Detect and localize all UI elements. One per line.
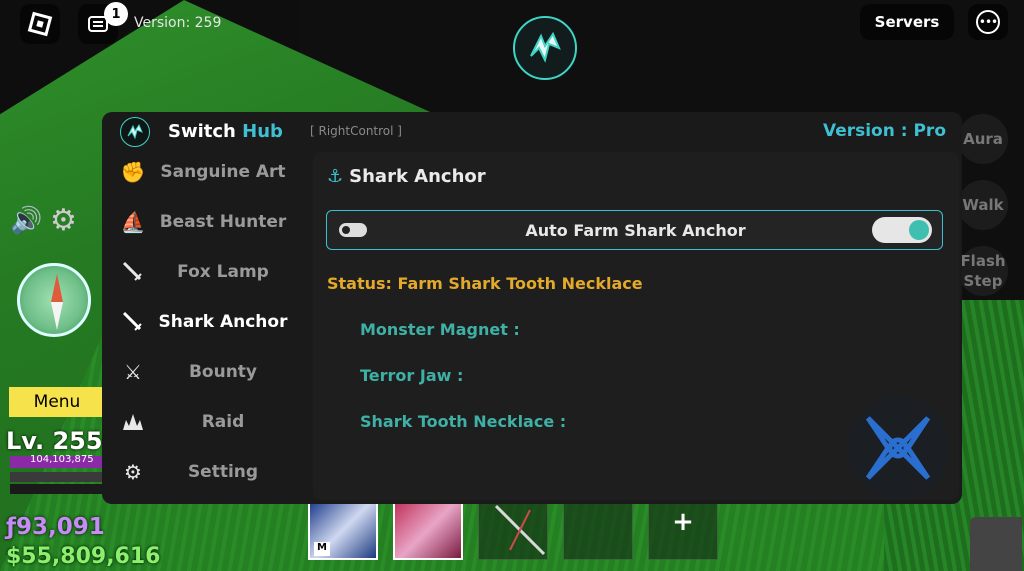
toggle-label: Auto Farm Shark Anchor bbox=[525, 221, 746, 240]
speaker-icon[interactable]: 🔊 bbox=[10, 206, 42, 236]
ability-aura-button[interactable]: Aura bbox=[958, 114, 1008, 164]
hotbar-slot-4[interactable] bbox=[563, 500, 633, 560]
ability-flash-step-button[interactable]: Flash Step bbox=[958, 246, 1008, 296]
hub-logo-icon bbox=[120, 117, 150, 147]
sidebar-item-sanguine-art[interactable]: ✊ Sanguine Art bbox=[102, 150, 306, 194]
notification-badge: 1 bbox=[104, 2, 128, 26]
hub-title-part1: Switch bbox=[168, 121, 236, 142]
hub-sidebar: ✊ Sanguine Art ⛵ Beast Hunter Fox Lamp S… bbox=[102, 150, 306, 504]
status-text: Status: Farm Shark Tooth Necklace bbox=[327, 274, 643, 293]
energy-bar bbox=[10, 472, 104, 482]
section-title-text: Shark Anchor bbox=[349, 166, 486, 187]
mobile-action-button[interactable] bbox=[846, 396, 950, 500]
crossed-swords-icon: ⚔ bbox=[124, 360, 142, 384]
sidebar-item-label: Fox Lamp bbox=[177, 262, 269, 282]
fragments-count: ƒ93,091 bbox=[6, 514, 105, 540]
game-version: Version: 259 bbox=[134, 15, 222, 31]
monster-magnet-label: Monster Magnet : bbox=[360, 320, 520, 339]
gear-icon[interactable]: ⚙ bbox=[50, 203, 77, 238]
ellipsis-icon: ••• bbox=[976, 10, 1000, 34]
compass-icon[interactable] bbox=[17, 263, 91, 337]
sidebar-item-beast-hunter[interactable]: ⛵ Beast Hunter bbox=[102, 200, 306, 244]
sidebar-item-label: Raid bbox=[201, 412, 245, 432]
hub-header[interactable]: Switch Hub [ RightControl ] Version : Pr… bbox=[102, 112, 962, 150]
shuriken-icon bbox=[865, 416, 931, 480]
fist-icon: ✊ bbox=[120, 160, 146, 184]
health-bar: 104,103,875 bbox=[10, 454, 104, 468]
anchor-icon: ⚓ bbox=[327, 166, 344, 187]
sword-icon bbox=[120, 259, 146, 285]
ability-walk-button[interactable]: Walk bbox=[958, 180, 1008, 230]
hub-toggle-logo[interactable] bbox=[513, 16, 577, 80]
sword-icon bbox=[120, 309, 146, 335]
flame-icon bbox=[120, 409, 146, 435]
hub-title-part2: Hub bbox=[242, 121, 283, 142]
auto-farm-switch[interactable] bbox=[872, 217, 932, 243]
slot-key-label: M bbox=[314, 542, 330, 556]
sidebar-item-label: Beast Hunter bbox=[159, 212, 287, 232]
sidebar-item-label: Setting bbox=[187, 462, 259, 482]
hub-window: Switch Hub [ RightControl ] Version : Pr… bbox=[102, 112, 962, 504]
roblox-menu-button[interactable] bbox=[20, 4, 60, 44]
menu-button[interactable]: Menu bbox=[9, 387, 105, 417]
servers-button[interactable]: Servers bbox=[860, 4, 954, 40]
sidebar-item-label: Shark Anchor bbox=[158, 312, 288, 332]
more-options-button[interactable]: ••• bbox=[968, 4, 1008, 40]
hub-version: Version : Pro bbox=[822, 121, 946, 141]
hotbar-add-slot[interactable]: + bbox=[648, 500, 718, 560]
sidebar-item-label: Bounty bbox=[188, 362, 258, 382]
health-value: 104,103,875 bbox=[30, 454, 94, 465]
hub-keybind: [ RightControl ] bbox=[310, 124, 402, 138]
hub-title: Switch Hub bbox=[168, 121, 283, 142]
shark-tooth-necklace-label: Shark Tooth Necklace : bbox=[360, 412, 567, 431]
player-avatar[interactable] bbox=[970, 517, 1022, 571]
sidebar-item-shark-anchor[interactable]: Shark Anchor bbox=[102, 300, 306, 344]
hub-logo-icon bbox=[530, 31, 561, 63]
sword-item-icon bbox=[494, 504, 546, 556]
money-count: $55,809,616 bbox=[6, 544, 161, 569]
xp-bar bbox=[10, 484, 104, 494]
roblox-logo-icon bbox=[27, 11, 53, 37]
auto-farm-toggle-row[interactable]: Auto Farm Shark Anchor bbox=[326, 210, 943, 250]
sidebar-item-fox-lamp[interactable]: Fox Lamp bbox=[102, 250, 306, 294]
hotbar-slot-2[interactable] bbox=[393, 500, 463, 560]
sidebar-item-setting[interactable]: ⚙ Setting bbox=[102, 450, 306, 494]
sidebar-item-bounty[interactable]: ⚔ Bounty bbox=[102, 350, 306, 394]
section-title: ⚓ Shark Anchor bbox=[327, 166, 486, 187]
hotbar-slot-1[interactable]: M bbox=[308, 500, 378, 560]
terror-jaw-label: Terror Jaw : bbox=[360, 366, 464, 385]
boat-icon: ⛵ bbox=[120, 210, 146, 234]
gear-icon: ⚙ bbox=[124, 460, 142, 484]
sidebar-item-label: Sanguine Art bbox=[160, 162, 286, 182]
sidebar-item-raid[interactable]: Raid bbox=[102, 400, 306, 444]
